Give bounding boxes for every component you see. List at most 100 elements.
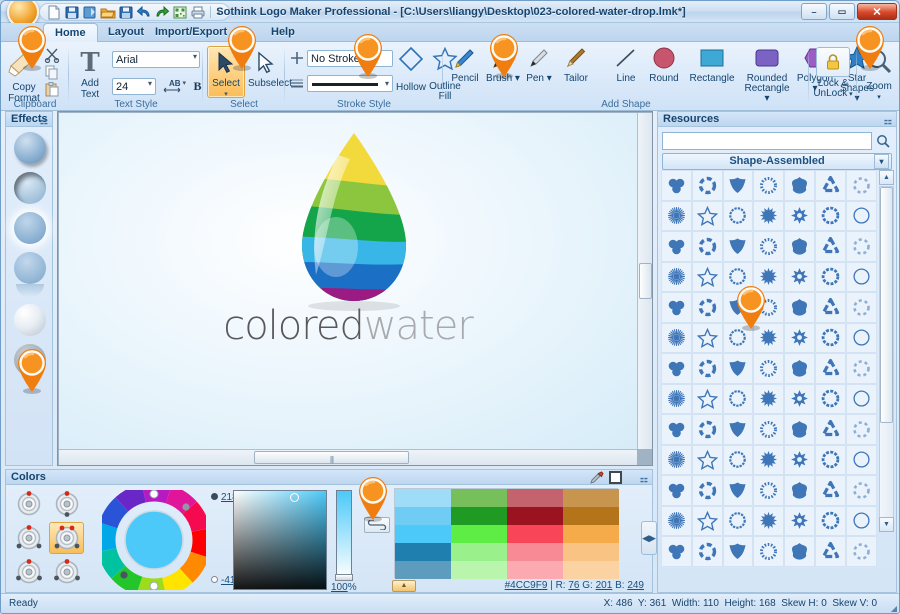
canvas-vscroll-thumb[interactable]: [639, 263, 652, 299]
hollow-button[interactable]: [397, 46, 425, 75]
saturation-value-box[interactable]: [233, 490, 327, 590]
palette-swatch[interactable]: [451, 489, 507, 507]
palette-swatch[interactable]: [395, 525, 451, 543]
resource-shape-item[interactable]: [753, 536, 785, 567]
resource-shape-item[interactable]: [845, 261, 877, 292]
palette-swatch[interactable]: [507, 543, 563, 561]
font-family-input[interactable]: [112, 51, 200, 68]
shape-tool-rounded-rectangle[interactable]: Rounded Rectangle ▾: [741, 44, 793, 104]
resource-shape-item[interactable]: [691, 322, 723, 353]
resource-shape-item[interactable]: [691, 200, 723, 231]
resource-shape-item[interactable]: [753, 414, 785, 445]
resource-shape-item[interactable]: [691, 231, 723, 262]
color-r-value[interactable]: 76: [568, 580, 579, 591]
stroke-color-icon[interactable]: [290, 51, 304, 68]
save-as-icon[interactable]: [82, 5, 98, 20]
maximize-button[interactable]: ▭: [829, 3, 855, 20]
resources-scroll-thumb[interactable]: [880, 187, 893, 423]
resource-shape-item[interactable]: [753, 353, 785, 384]
resource-shape-item[interactable]: [814, 353, 846, 384]
resource-shape-item[interactable]: [753, 261, 785, 292]
resource-shape-item[interactable]: [845, 505, 877, 536]
resource-shape-item[interactable]: [814, 200, 846, 231]
effect-reflection[interactable]: [14, 252, 46, 284]
resource-shape-item[interactable]: [814, 536, 846, 567]
resource-shape-item[interactable]: [722, 200, 754, 231]
select-tool-button[interactable]: Select ▾: [207, 46, 245, 98]
resource-shape-item[interactable]: [845, 383, 877, 414]
logo-wordmark[interactable]: coloredwater: [59, 303, 637, 349]
resource-shape-item[interactable]: [814, 444, 846, 475]
resource-shape-item[interactable]: [661, 505, 692, 536]
resource-shape-item[interactable]: [845, 200, 877, 231]
palette-swatch[interactable]: [563, 543, 619, 561]
save-icon[interactable]: [64, 5, 80, 20]
font-size-dropdown-arrow[interactable]: ▾: [148, 79, 152, 88]
shape-tool-rectangle[interactable]: Rectangle: [685, 44, 739, 84]
resource-shape-item[interactable]: [661, 414, 692, 445]
color-swatch-icon[interactable]: [609, 471, 622, 484]
resource-shape-item[interactable]: [722, 231, 754, 262]
palette-swatch[interactable]: [451, 543, 507, 561]
tab-color[interactable]: C: [222, 23, 252, 42]
shape-tool-brush[interactable]: Brush ▾: [485, 44, 521, 84]
resource-shape-item[interactable]: [753, 231, 785, 262]
undo-icon[interactable]: [136, 5, 152, 20]
canvas-hscroll-thumb[interactable]: |||: [254, 451, 409, 464]
shape-tool-tailor[interactable]: Tailor: [557, 44, 595, 84]
resource-shape-item[interactable]: [661, 200, 692, 231]
add-text-icon[interactable]: T: [77, 47, 103, 78]
resource-shape-item[interactable]: [722, 383, 754, 414]
resources-shape-grid[interactable]: [661, 170, 877, 570]
shape-tool-line[interactable]: Line: [609, 44, 643, 84]
resource-shape-item[interactable]: [784, 414, 815, 445]
canvas-vertical-scrollbar[interactable]: [637, 113, 652, 449]
resource-shape-item[interactable]: [691, 444, 723, 475]
harmony-custom[interactable]: [49, 556, 84, 588]
resource-shape-item[interactable]: [845, 536, 877, 567]
resource-shape-item[interactable]: [691, 353, 723, 384]
resource-shape-item[interactable]: [845, 170, 877, 201]
palette-swatch[interactable]: [507, 489, 563, 507]
resource-shape-item[interactable]: [784, 292, 815, 323]
resource-shape-item[interactable]: [691, 383, 723, 414]
palette-swatch[interactable]: [395, 489, 451, 507]
export-icon[interactable]: [172, 5, 188, 20]
resources-category-dropdown[interactable]: Shape-Assembled ▾: [662, 153, 892, 170]
effect-text[interactable]: A: [14, 344, 46, 376]
resource-shape-item[interactable]: [784, 170, 815, 201]
paste-icon[interactable]: [44, 81, 60, 100]
palette-swatch[interactable]: [451, 525, 507, 543]
harmony-complement[interactable]: [49, 488, 84, 520]
resources-search-input[interactable]: [662, 132, 872, 150]
resource-shape-item[interactable]: [845, 322, 877, 353]
resource-shape-item[interactable]: [814, 322, 846, 353]
resource-shape-item[interactable]: [722, 505, 754, 536]
resource-shape-item[interactable]: [784, 536, 815, 567]
resource-shape-item[interactable]: [722, 475, 754, 506]
resource-shape-item[interactable]: [691, 261, 723, 292]
resource-shape-item[interactable]: [753, 322, 785, 353]
resource-shape-item[interactable]: [784, 444, 815, 475]
qat-overflow-arrow[interactable]: ▾: [215, 8, 223, 17]
resource-shape-item[interactable]: [691, 505, 723, 536]
font-family-dropdown-arrow[interactable]: ▾: [193, 52, 197, 61]
resource-shape-item[interactable]: [661, 292, 692, 323]
tab-home[interactable]: Home: [43, 23, 98, 42]
opacity-slider[interactable]: [336, 490, 352, 580]
save-all-icon[interactable]: [118, 5, 134, 20]
close-button[interactable]: ✕: [857, 3, 897, 20]
resources-pin-icon[interactable]: ⚏: [884, 114, 892, 129]
sv-cursor[interactable]: [290, 493, 299, 502]
resource-shape-item[interactable]: [784, 475, 815, 506]
resource-shape-item[interactable]: [661, 170, 692, 201]
harmony-mono[interactable]: [11, 488, 46, 520]
resource-shape-item[interactable]: [661, 536, 692, 567]
harmony-analogous[interactable]: [11, 556, 46, 588]
resources-scroll-up-button[interactable]: ▲: [879, 170, 894, 185]
resource-shape-item[interactable]: [845, 231, 877, 262]
resource-shape-item[interactable]: [691, 414, 723, 445]
design-canvas[interactable]: coloredwater: [59, 113, 637, 449]
palette-swatch[interactable]: [507, 561, 563, 579]
stroke-value-input[interactable]: [307, 50, 393, 67]
